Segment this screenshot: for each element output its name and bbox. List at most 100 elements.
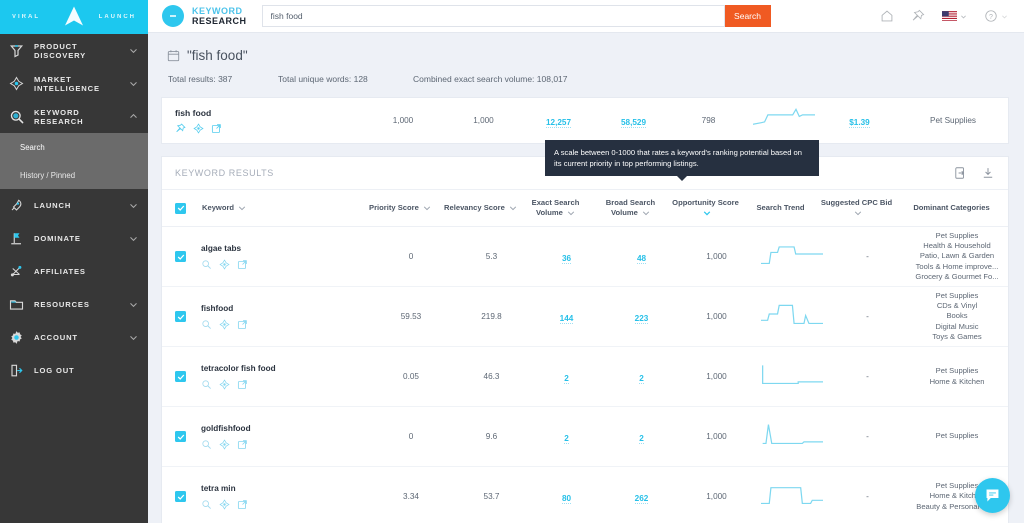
home-icon[interactable] xyxy=(880,9,894,23)
external-link-icon[interactable] xyxy=(237,379,248,390)
help-icon[interactable]: ? xyxy=(984,9,1008,23)
sidebar-item-market-intelligence[interactable]: MARKET INTELLIGENCE xyxy=(0,67,148,100)
row-actions xyxy=(201,258,368,270)
sidebar-label: AFFILIATES xyxy=(34,267,86,276)
chevron-down-icon xyxy=(130,303,137,308)
magnifier-icon[interactable] xyxy=(201,259,212,270)
chevron-down-icon xyxy=(1002,15,1007,18)
brand-logo[interactable]: VIRAL LAUNCH xyxy=(0,0,148,34)
search-box[interactable] xyxy=(261,5,725,27)
magnifier-icon[interactable] xyxy=(201,319,212,330)
target-icon[interactable] xyxy=(219,258,230,270)
sidebar-item-resources[interactable]: RESOURCES xyxy=(0,288,148,321)
external-link-icon[interactable] xyxy=(211,123,222,134)
compass-icon xyxy=(9,76,30,91)
sidebar-item-account[interactable]: ACCOUNT xyxy=(0,321,148,354)
cell-search-trend xyxy=(754,303,829,330)
cell-exact-search-volume[interactable]: 80 xyxy=(561,493,572,504)
cell-exact-search-volume[interactable]: 144 xyxy=(559,313,574,324)
column-header-exact-search-volume[interactable]: Exact Search Volume xyxy=(518,198,593,218)
chat-bubble-icon[interactable] xyxy=(975,478,1010,513)
cell-suggested-cpc-bid: - xyxy=(866,252,869,261)
keyword-results-panel: A scale between 0-1000 that rates a keyw… xyxy=(161,140,1009,523)
stat-combined-search-volume: Combined exact search volume: 108,017 xyxy=(413,74,568,84)
cell-opportunity-score: 1,000 xyxy=(706,312,727,321)
sidebar-subitem-search[interactable]: Search xyxy=(0,133,148,161)
sidebar-item-launch[interactable]: LAUNCH xyxy=(0,189,148,222)
featured-keyword-cell: fish food xyxy=(175,108,360,134)
pin-icon[interactable] xyxy=(911,9,925,23)
keyword-cell: algae tabs xyxy=(186,244,368,270)
cell-dominant-categories: Pet Supplies Home & Kitchen xyxy=(906,366,1008,386)
cell-priority-score: 59.53 xyxy=(400,312,422,321)
cell-exact-search-volume[interactable]: 36 xyxy=(561,253,572,264)
row-checkbox[interactable] xyxy=(175,371,186,382)
column-header-relevancy-score[interactable]: Relevancy Score xyxy=(443,203,518,213)
cell-broad-search-volume[interactable]: 48 xyxy=(636,253,647,264)
search-input[interactable] xyxy=(270,11,716,21)
magnifier-icon[interactable] xyxy=(201,439,212,450)
magnifier-icon[interactable] xyxy=(201,499,212,510)
featured-dominant-categories: Pet Supplies xyxy=(930,116,976,125)
cell-suggested-cpc-bid: - xyxy=(866,312,869,321)
cell-broad-search-volume[interactable]: 2 xyxy=(639,433,644,444)
row-actions xyxy=(201,318,368,330)
cell-suggested-cpc-bid: - xyxy=(866,492,869,501)
chevron-down-icon xyxy=(509,206,517,211)
flag-us-icon[interactable] xyxy=(942,11,967,21)
sidebar-label: LOG OUT xyxy=(34,366,75,375)
keyword-name: fishfood xyxy=(201,303,234,313)
target-icon[interactable] xyxy=(219,318,230,330)
app-title: KEYWORD RESEARCH xyxy=(192,6,247,26)
sidebar-item-dominate[interactable]: DOMINATE xyxy=(0,222,148,255)
external-link-icon[interactable] xyxy=(237,439,248,450)
chevron-down-icon xyxy=(703,211,710,216)
column-header-suggested-cpc-bid[interactable]: Suggested CPC Bid xyxy=(818,198,895,218)
download-icon[interactable] xyxy=(981,166,995,180)
row-checkbox[interactable] xyxy=(175,491,186,502)
category-item: Books xyxy=(946,311,968,321)
keyword-cell: tetra min xyxy=(186,484,368,510)
search-button[interactable]: Search xyxy=(724,5,771,27)
keyword-name: tetra min xyxy=(201,483,236,493)
row-checkbox[interactable] xyxy=(175,311,186,322)
category-item: Toys & Games xyxy=(932,331,982,341)
column-header-priority-score[interactable]: Priority Score xyxy=(357,203,443,213)
featured-suggested-cpc-bid[interactable]: $1.39 xyxy=(849,117,870,128)
featured-broad-search-volume[interactable]: 58,529 xyxy=(620,117,647,128)
external-link-icon[interactable] xyxy=(237,259,248,270)
sidebar-item-affiliates[interactable]: AFFILIATES xyxy=(0,255,148,288)
column-header-broad-search-volume[interactable]: Broad Search Volume xyxy=(593,198,668,218)
target-icon[interactable] xyxy=(219,498,230,510)
featured-exact-search-volume[interactable]: 12,257 xyxy=(545,117,572,128)
cell-exact-search-volume[interactable]: 2 xyxy=(564,433,569,444)
target-icon[interactable] xyxy=(193,122,204,134)
copy-export-icon[interactable] xyxy=(953,166,967,180)
cell-broad-search-volume[interactable]: 223 xyxy=(634,313,649,324)
external-link-icon[interactable] xyxy=(237,499,248,510)
row-checkbox[interactable] xyxy=(175,251,186,262)
column-header-opportunity-score[interactable]: Opportunity Score xyxy=(668,198,743,218)
logout-icon xyxy=(9,363,30,378)
target-icon[interactable] xyxy=(219,438,230,450)
select-all-checkbox[interactable] xyxy=(175,202,186,214)
column-header-keyword[interactable]: Keyword xyxy=(202,203,357,213)
cell-broad-search-volume[interactable]: 2 xyxy=(639,373,644,384)
row-checkbox[interactable] xyxy=(175,431,186,442)
sidebar-item-product-discovery[interactable]: PRODUCT DISCOVERY xyxy=(0,34,148,67)
keyword-name: tetracolor fish food xyxy=(201,363,276,373)
sidebar-item-log-out[interactable]: LOG OUT xyxy=(0,354,148,387)
svg-text:?: ? xyxy=(989,14,993,21)
target-icon[interactable] xyxy=(219,378,230,390)
external-link-icon[interactable] xyxy=(237,319,248,330)
app-menu-icon[interactable] xyxy=(162,5,184,27)
sidebar-subitem-history-pinned[interactable]: History / Pinned xyxy=(0,161,148,189)
category-item: CDs & Vinyl xyxy=(936,301,978,311)
magnifier-icon[interactable] xyxy=(201,379,212,390)
pin-icon[interactable] xyxy=(175,123,186,134)
cell-exact-search-volume[interactable]: 2 xyxy=(564,373,569,384)
category-item: Tools & Home improve... xyxy=(915,261,999,271)
cell-broad-search-volume[interactable]: 262 xyxy=(634,493,649,504)
sidebar-item-keyword-research[interactable]: KEYWORD RESEARCH xyxy=(0,100,148,133)
sparkline-icon xyxy=(752,108,815,125)
